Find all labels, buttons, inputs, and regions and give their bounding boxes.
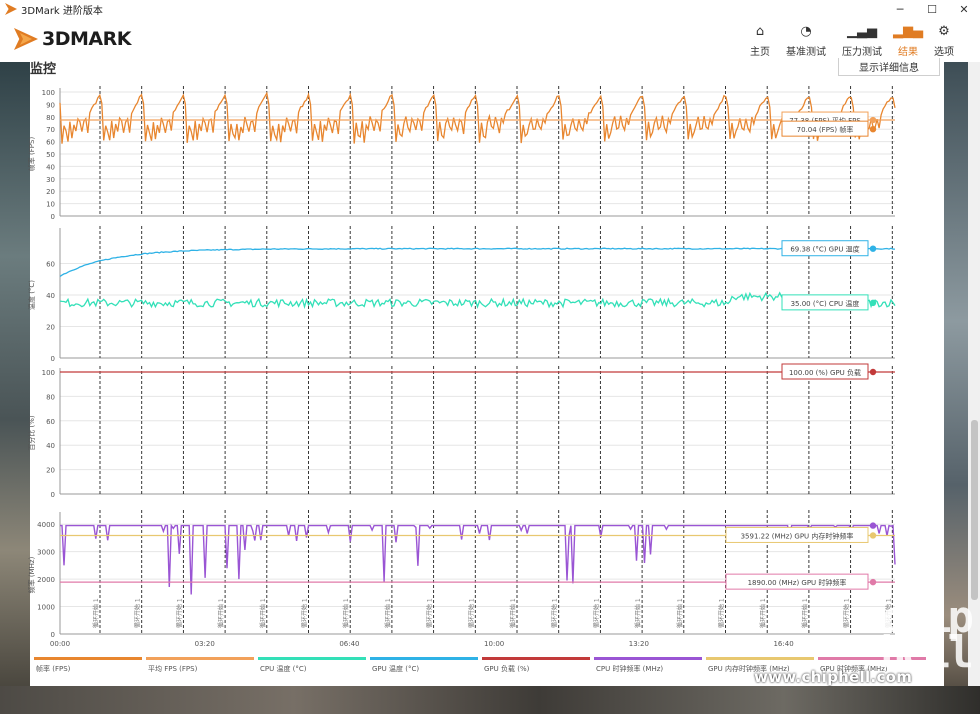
y-tick-label: 90 xyxy=(46,101,55,109)
legend-swatch xyxy=(482,657,590,660)
loop-marker-label: 循环开始 1 xyxy=(175,598,183,628)
legend-label: GPU 温度 (°C) xyxy=(372,665,420,673)
legend-label: CPU 温度 (°C) xyxy=(260,665,307,673)
callout-text: 70.04 (FPS) 帧率 xyxy=(797,125,854,134)
y-tick-label: 60 xyxy=(46,261,55,269)
loop-marker-label: 循环开始 1 xyxy=(509,598,517,628)
y-tick-label: 80 xyxy=(46,393,55,401)
callout-text: 100.00 (%) GPU 负载 xyxy=(789,368,861,377)
y-tick-label: 40 xyxy=(46,442,55,450)
y-axis-label: 百分比 (%) xyxy=(27,415,36,451)
y-tick-label: 4000 xyxy=(37,521,55,529)
loop-marker-label: 循环开始 1 xyxy=(384,598,392,628)
legend-label: GPU 负载 (%) xyxy=(484,665,530,673)
loop-marker-label: 循环开始 1 xyxy=(217,598,225,628)
legend-swatch xyxy=(594,657,702,660)
series-end-dot xyxy=(869,532,877,539)
legend-swatch xyxy=(34,657,142,660)
series-end-dot xyxy=(869,578,877,586)
legend-swatch xyxy=(370,657,478,660)
legend-item[interactable]: CPU 时钟频率 (MHz) xyxy=(594,657,706,674)
legend-label: CPU 时钟频率 (MHz) xyxy=(596,665,664,673)
loop-marker-label: 循环开始 1 xyxy=(718,598,726,628)
y-tick-label: 70 xyxy=(46,126,55,134)
legend-item[interactable]: CPU 温度 (°C) xyxy=(258,657,370,674)
legend-item[interactable]: GPU 温度 (°C) xyxy=(370,657,482,674)
y-axis-label: 帧率 (FPS) xyxy=(27,137,36,172)
y-tick-label: 3000 xyxy=(37,549,55,557)
y-tick-label: 20 xyxy=(46,188,55,196)
y-tick-label: 10 xyxy=(46,201,55,209)
y-tick-label: 30 xyxy=(46,176,55,184)
y-axis-label: 频率 (MHz) xyxy=(27,556,36,593)
legend-label: 平均 FPS (FPS) xyxy=(148,665,198,673)
x-tick-label: 16:40 xyxy=(773,640,793,648)
legend-swatch xyxy=(258,657,366,660)
series-end-dot xyxy=(869,368,877,376)
legend-label: 帧率 (FPS) xyxy=(36,665,71,673)
loop-marker-label: 循环开始 1 xyxy=(259,598,267,628)
loop-marker-label: 循环开始 1 xyxy=(843,598,851,628)
y-axis-label: 温度 (°C) xyxy=(27,280,36,310)
y-tick-label: 20 xyxy=(46,467,55,475)
background-bottom xyxy=(0,686,980,714)
loop-marker-label: 循环开始 1 xyxy=(551,598,559,628)
y-tick-label: 1000 xyxy=(37,604,55,612)
loop-marker-label: 循环开始 1 xyxy=(759,598,767,628)
series-end-dot xyxy=(869,245,877,252)
series-end-dot xyxy=(869,522,877,529)
y-tick-label: 100 xyxy=(42,89,55,97)
y-tick-label: 60 xyxy=(46,418,55,426)
loop-marker-label: 循环开始 1 xyxy=(634,598,642,628)
y-tick-label: 0 xyxy=(51,213,55,221)
loop-marker-label: 循环开始 1 xyxy=(134,598,142,628)
loop-marker-label: 循环开始 1 xyxy=(92,598,100,628)
y-tick-label: 0 xyxy=(51,631,55,639)
x-tick-label: 00:00 xyxy=(50,640,70,648)
loop-marker-label: 循环开始 1 xyxy=(676,598,684,628)
y-tick-label: 40 xyxy=(46,163,55,171)
loop-marker-label: 循环开始 1 xyxy=(801,598,809,628)
callout-text: 1890.00 (MHz) GPU 时钟频率 xyxy=(748,578,847,587)
monitoring-chart: 1009080706050403020100帧率 (FPS)77.38 (FPS… xyxy=(27,86,896,648)
series-line xyxy=(59,247,895,278)
callout-text: 35.00 (°C) CPU 温度 xyxy=(791,299,860,308)
loop-marker-label: 循环开始 1 xyxy=(467,598,475,628)
watermark-logo: chip hell xyxy=(880,592,974,679)
y-tick-label: 60 xyxy=(46,139,55,147)
y-tick-label: 50 xyxy=(46,151,55,159)
loop-marker-label: 循环开始 1 xyxy=(592,598,600,628)
loop-marker-label: 循环开始 1 xyxy=(301,598,309,628)
x-tick-label: 03:20 xyxy=(195,640,215,648)
y-tick-label: 40 xyxy=(46,292,55,300)
y-tick-label: 2000 xyxy=(37,576,55,584)
callout-text: 3591.22 (MHz) GPU 内存时钟频率 xyxy=(741,531,854,540)
y-tick-label: 20 xyxy=(46,324,55,332)
y-tick-label: 100 xyxy=(42,369,55,377)
x-tick-label: 06:40 xyxy=(339,640,359,648)
legend-item[interactable]: GPU 负载 (%) xyxy=(482,657,594,674)
loop-marker-label: 循环开始 1 xyxy=(342,598,350,628)
legend-swatch xyxy=(146,657,254,660)
callout-text: 69.38 (°C) GPU 温度 xyxy=(790,245,859,254)
series-end-dot xyxy=(869,299,877,307)
y-tick-label: 0 xyxy=(51,355,55,363)
loop-marker-label: 循环开始 1 xyxy=(426,598,434,628)
legend-item[interactable]: 帧率 (FPS) xyxy=(34,657,146,674)
scrollbar-thumb[interactable] xyxy=(971,420,978,600)
series-end-dot xyxy=(869,126,877,133)
series-line xyxy=(59,91,896,144)
x-tick-label: 10:00 xyxy=(484,640,504,648)
series-end-dot xyxy=(869,116,877,124)
legend-swatch xyxy=(706,657,814,660)
y-tick-label: 0 xyxy=(51,491,55,499)
x-tick-label: 13:20 xyxy=(629,640,649,648)
y-tick-label: 80 xyxy=(46,114,55,122)
legend-item[interactable]: 平均 FPS (FPS) xyxy=(146,657,258,674)
